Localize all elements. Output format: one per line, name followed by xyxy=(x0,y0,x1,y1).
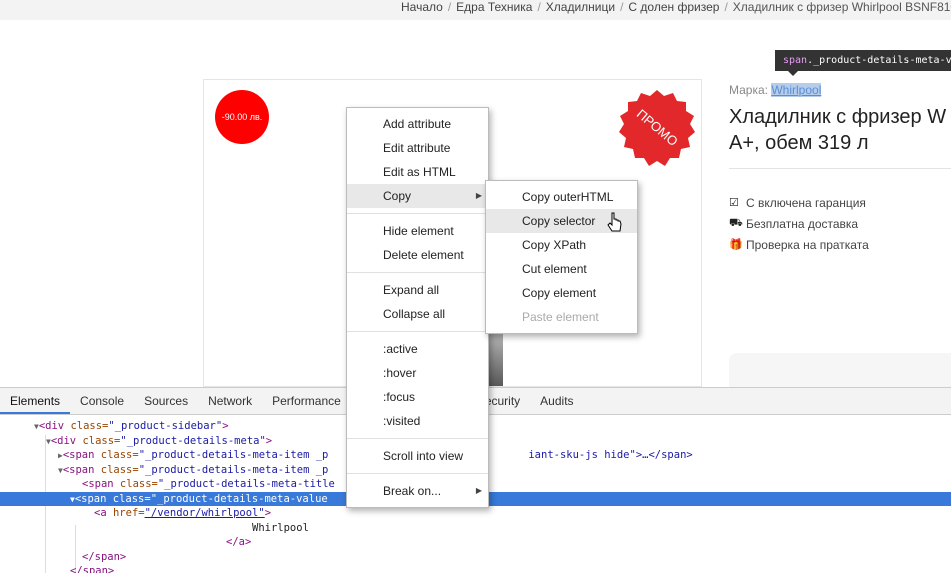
breadcrumb-current: Хладилник с фризер Whirlpool BSNF8101OX,… xyxy=(732,0,951,14)
menu-collapse-all[interactable]: Collapse all xyxy=(347,302,488,326)
menu-force-active[interactable]: :active xyxy=(347,337,488,361)
menu-copy[interactable]: Copy ▶ xyxy=(347,184,488,208)
menu-delete-element[interactable]: Delete element xyxy=(347,243,488,267)
menu-break-on[interactable]: Break on... ▶ xyxy=(347,479,488,503)
submenu-arrow-icon: ▶ xyxy=(475,486,482,495)
tooltip-arrow xyxy=(788,71,798,76)
feature-list: ☑ С включена гаранция ⛟ Безплатна достав… xyxy=(729,192,869,255)
tab-elements[interactable]: Elements xyxy=(0,388,71,414)
menu-separator xyxy=(347,438,488,439)
menu-add-attribute[interactable]: Add attribute xyxy=(347,112,488,136)
menu-scroll-into-view[interactable]: Scroll into view xyxy=(347,444,488,468)
feature-label: Проверка на пратката xyxy=(746,237,869,252)
menu-hide-element[interactable]: Hide element xyxy=(347,219,488,243)
dom-node[interactable]: </span> xyxy=(0,564,951,573)
dom-text-node[interactable]: Whirlpool xyxy=(0,521,951,536)
inspect-tooltip: span._product-details-meta-v xyxy=(775,50,951,71)
product-title: Хладилник с фризер W A+, обем 319 л xyxy=(729,104,951,156)
tooltip-class: ._product-details-meta-v xyxy=(807,55,951,66)
menu-copy-label: Copy xyxy=(383,189,412,203)
breadcrumb: Начало / Едра Техника / Хладилници / С долен ф… xyxy=(0,0,951,20)
menu-separator xyxy=(347,213,488,214)
tooltip-tag: span xyxy=(783,55,808,66)
product-photo xyxy=(487,330,503,386)
feature-label: С включена гаранция xyxy=(746,195,866,210)
breadcrumb-separator: / xyxy=(724,0,728,14)
menu-cut-element[interactable]: Cut element xyxy=(486,257,637,281)
divider xyxy=(729,168,951,169)
product-title-line1: Хладилник с фризер W xyxy=(729,106,947,128)
breadcrumb-refrigerators[interactable]: Хладилници xyxy=(546,0,615,14)
breadcrumb-separator: / xyxy=(537,0,541,14)
menu-expand-all[interactable]: Expand all xyxy=(347,278,488,302)
breadcrumb-separator: / xyxy=(447,0,452,14)
truck-icon: ⛟ xyxy=(729,216,743,229)
breadcrumb-separator: / xyxy=(620,0,624,14)
context-menu: Add attribute Edit attribute Edit as HTM… xyxy=(346,107,489,508)
tab-audits[interactable]: Audits xyxy=(530,388,583,414)
dom-node[interactable]: <a href="/vendor/whirlpool"> xyxy=(0,506,951,521)
menu-separator xyxy=(347,473,488,474)
promo-badge: ПРОМО xyxy=(611,80,701,176)
menu-copy-xpath[interactable]: Copy XPath xyxy=(486,233,637,257)
pointer-cursor-icon xyxy=(607,212,622,232)
feature-item: ☑ С включена гаранция xyxy=(729,192,869,213)
menu-break-on-label: Break on... xyxy=(383,484,442,498)
tab-network[interactable]: Network xyxy=(198,388,262,414)
breadcrumb-large-appliances[interactable]: Едра Техника xyxy=(456,0,532,14)
menu-force-focus[interactable]: :focus xyxy=(347,385,488,409)
brand-link[interactable]: Whirlpool xyxy=(771,83,822,97)
breadcrumb-bottom-freezer[interactable]: С долен фризер xyxy=(628,0,719,14)
menu-copy-outerhtml[interactable]: Copy outerHTML xyxy=(486,185,637,209)
tab-console[interactable]: Console xyxy=(70,388,134,414)
product-title-line2: A+, обем 319 л xyxy=(729,132,869,154)
gift-icon: 🎁 xyxy=(729,239,743,251)
checkbox-icon: ☑ xyxy=(729,197,739,209)
copy-submenu: Copy outerHTML Copy selector Copy XPath … xyxy=(485,180,638,334)
menu-separator xyxy=(347,331,488,332)
dom-node[interactable]: </a> xyxy=(0,535,951,550)
menu-edit-attribute[interactable]: Edit attribute xyxy=(347,136,488,160)
brand-line: Марка: Whirlpool xyxy=(729,83,822,97)
feature-label: Безплатна доставка xyxy=(746,216,859,231)
menu-edit-as-html[interactable]: Edit as HTML xyxy=(347,160,488,184)
dom-node[interactable]: </span> xyxy=(0,550,951,565)
tab-performance[interactable]: Performance xyxy=(262,388,351,414)
brand-label: Марка: xyxy=(729,83,768,97)
feature-item: ⛟ Безплатна доставка xyxy=(729,213,869,234)
menu-copy-element[interactable]: Copy element xyxy=(486,281,637,305)
promo-star-icon: ПРОМО xyxy=(619,90,695,166)
menu-separator xyxy=(347,272,488,273)
breadcrumb-home[interactable]: Начало xyxy=(401,0,443,14)
menu-force-hover[interactable]: :hover xyxy=(347,361,488,385)
feature-item: 🎁 Проверка на пратката xyxy=(729,234,869,255)
discount-badge: -90.00 лв. xyxy=(215,90,269,144)
menu-force-visited[interactable]: :visited xyxy=(347,409,488,433)
tab-sources[interactable]: Sources xyxy=(134,388,198,414)
menu-paste-element: Paste element xyxy=(522,310,599,324)
submenu-arrow-icon: ▶ xyxy=(475,191,482,200)
